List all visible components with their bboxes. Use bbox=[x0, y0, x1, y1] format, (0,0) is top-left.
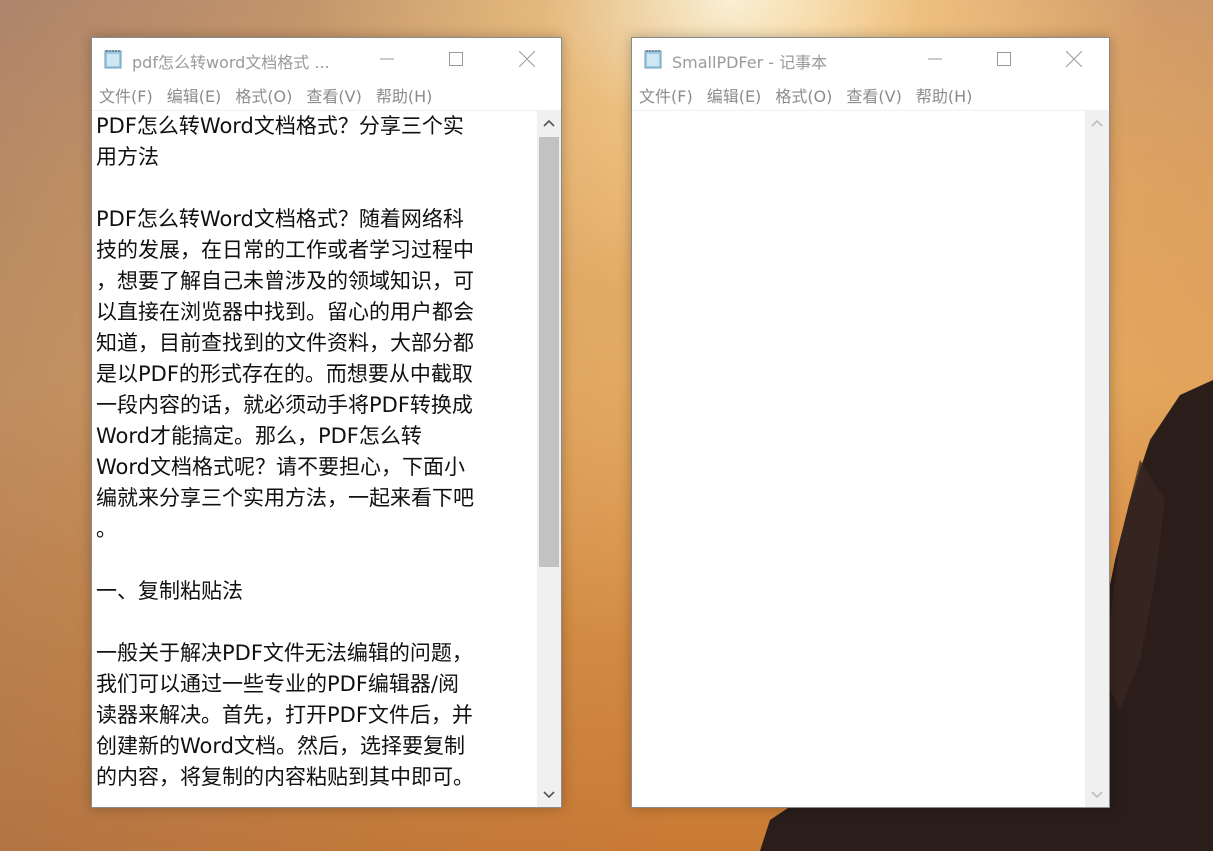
editor-area bbox=[632, 111, 1109, 807]
maximize-button[interactable] bbox=[433, 38, 479, 80]
close-button[interactable] bbox=[1051, 38, 1097, 80]
menu-help[interactable]: 帮助(H) bbox=[909, 83, 980, 107]
text-editor[interactable] bbox=[632, 111, 1085, 807]
maximize-icon bbox=[449, 52, 463, 66]
maximize-icon bbox=[997, 52, 1011, 66]
menu-format[interactable]: 格式(O) bbox=[768, 83, 839, 107]
minimize-button[interactable] bbox=[364, 38, 410, 80]
menu-edit[interactable]: 编辑(E) bbox=[160, 83, 229, 107]
close-icon bbox=[1066, 51, 1082, 67]
title-bar[interactable]: SmallPDFer - 记事本 bbox=[632, 38, 1109, 80]
maximize-button[interactable] bbox=[981, 38, 1027, 80]
menu-file[interactable]: 文件(F) bbox=[92, 83, 160, 107]
title-bar[interactable]: pdf怎么转word文档格式 ... bbox=[92, 38, 561, 80]
notepad-window-left[interactable]: pdf怎么转word文档格式 ... 文件(F) 编辑(E) 格式(O) 查看(… bbox=[91, 37, 562, 808]
window-title: pdf怎么转word文档格式 ... bbox=[132, 53, 330, 72]
vertical-scrollbar[interactable] bbox=[537, 111, 561, 807]
minimize-icon bbox=[380, 58, 394, 60]
minimize-button[interactable] bbox=[912, 38, 958, 80]
menu-edit[interactable]: 编辑(E) bbox=[700, 83, 769, 107]
menu-view[interactable]: 查看(V) bbox=[299, 83, 368, 107]
menu-file[interactable]: 文件(F) bbox=[632, 83, 700, 107]
vertical-scrollbar[interactable] bbox=[1085, 111, 1109, 807]
menu-bar: 文件(F) 编辑(E) 格式(O) 查看(V) 帮助(H) bbox=[92, 80, 561, 111]
window-title: SmallPDFer - 记事本 bbox=[672, 53, 828, 72]
scroll-up-arrow-icon bbox=[1091, 119, 1103, 127]
scroll-up-arrow-icon bbox=[543, 119, 555, 127]
notepad-icon bbox=[644, 50, 662, 69]
editor-area: PDF怎么转Word文档格式？分享三个实 用方法 PDF怎么转Word文档格式？… bbox=[92, 111, 561, 807]
menu-bar: 文件(F) 编辑(E) 格式(O) 查看(V) 帮助(H) bbox=[632, 80, 1109, 111]
close-button[interactable] bbox=[504, 38, 550, 80]
scroll-down-arrow-icon bbox=[1091, 791, 1103, 799]
scroll-up-button[interactable] bbox=[537, 111, 561, 135]
notepad-icon bbox=[104, 50, 122, 69]
scroll-down-button[interactable] bbox=[537, 783, 561, 807]
scroll-up-button[interactable] bbox=[1085, 111, 1109, 135]
menu-view[interactable]: 查看(V) bbox=[839, 83, 908, 107]
menu-format[interactable]: 格式(O) bbox=[228, 83, 299, 107]
minimize-icon bbox=[928, 58, 942, 60]
text-editor[interactable]: PDF怎么转Word文档格式？分享三个实 用方法 PDF怎么转Word文档格式？… bbox=[92, 111, 537, 807]
scroll-down-button[interactable] bbox=[1085, 783, 1109, 807]
menu-help[interactable]: 帮助(H) bbox=[369, 83, 440, 107]
scroll-thumb[interactable] bbox=[539, 137, 559, 567]
scroll-down-arrow-icon bbox=[543, 791, 555, 799]
notepad-window-right[interactable]: SmallPDFer - 记事本 文件(F) 编辑(E) 格式(O) 查看(V)… bbox=[631, 37, 1110, 808]
close-icon bbox=[519, 51, 535, 67]
